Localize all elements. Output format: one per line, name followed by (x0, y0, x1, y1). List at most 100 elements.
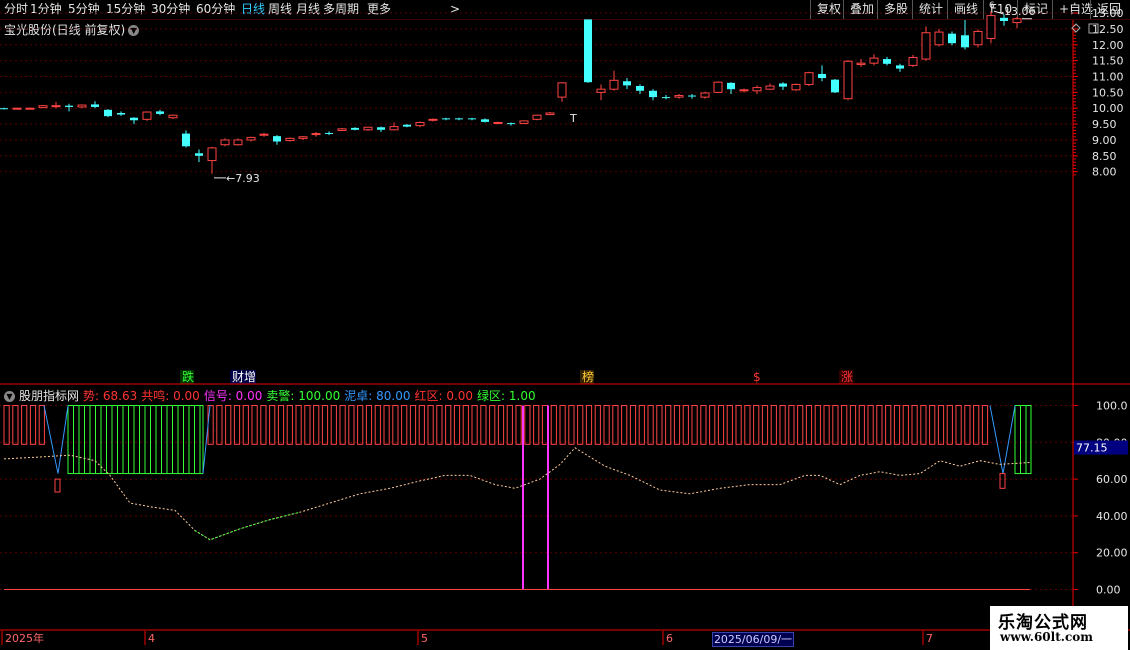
wave-column (761, 405, 769, 445)
candle-body (182, 133, 190, 147)
candle-body (934, 31, 944, 46)
wave-column (726, 405, 733, 445)
candle-body (142, 111, 152, 120)
candle-body (818, 73, 826, 79)
wave-column (814, 405, 821, 445)
candle-body (700, 92, 710, 98)
candle-41 (532, 114, 542, 121)
wave-column (374, 405, 381, 445)
wave-column (577, 405, 584, 445)
wave-column (964, 405, 971, 445)
candle-29 (377, 126, 385, 133)
wave-column (462, 405, 469, 445)
wave-column (885, 405, 892, 445)
candle-body (389, 126, 399, 131)
price-tick-label: 10.50 (1092, 86, 1124, 99)
candle-72 (948, 31, 956, 46)
candle-body (843, 60, 853, 100)
candle-51 (674, 93, 684, 99)
candle-38 (493, 121, 503, 125)
wave-column (383, 405, 390, 445)
candle-body (557, 82, 567, 98)
candle-61 (804, 71, 814, 87)
cursor-date-label: 2025/06/09/一 (712, 632, 794, 647)
wave-column (269, 405, 276, 445)
indicator-tick-label: 20.00 (1096, 547, 1128, 560)
candle-body (481, 119, 489, 122)
candle-body (351, 127, 359, 130)
candle-67 (883, 56, 891, 66)
candle-3 (38, 105, 48, 109)
candle-16 (207, 146, 217, 174)
candle-68 (896, 63, 904, 72)
candle-44 (584, 19, 592, 83)
wave-column (515, 405, 522, 445)
wave-column (937, 405, 945, 445)
candle-body (739, 89, 749, 92)
wave-column (946, 405, 953, 445)
candle-8 (104, 109, 112, 118)
wave-column (893, 405, 901, 445)
candle-body (596, 88, 606, 93)
time-tick-label: 2025年 (5, 631, 44, 645)
candle-49 (649, 89, 657, 101)
candle-63 (831, 79, 839, 93)
candle-18 (233, 138, 243, 146)
chart-overlays: 13.06 6 ←7.93 T 跌 财增 榜 $ 涨 (180, 1, 1036, 384)
candle-body (130, 117, 138, 121)
candle-11 (142, 111, 152, 121)
indicator-panel (3, 405, 1032, 590)
watermark-logo: 乐淘公式网 www.60lt.com (990, 606, 1128, 650)
wave-column (717, 405, 725, 445)
red-marker (54, 478, 61, 493)
candle-body (896, 65, 904, 69)
wave-column (594, 405, 601, 445)
wave-column (497, 405, 505, 445)
candle-body (545, 112, 555, 116)
candle-body (791, 83, 801, 91)
price-tick-label: 12.00 (1092, 39, 1124, 52)
candle-13 (168, 114, 178, 120)
blue-transition (202, 405, 211, 474)
candle-65 (856, 59, 866, 67)
wave-column (348, 405, 355, 445)
candle-body (636, 86, 644, 91)
candle-74 (973, 29, 983, 48)
candle-body (337, 128, 347, 131)
event-tag-4: 涨 (841, 369, 853, 384)
wave-column (929, 405, 936, 445)
price-tick-label: 11.00 (1092, 70, 1124, 83)
candle-body (493, 121, 503, 124)
wave-column (621, 405, 628, 445)
grid-lines (0, 12, 1073, 590)
candle-body (168, 114, 178, 119)
wave-column (867, 405, 874, 445)
candle-39 (507, 122, 515, 126)
kline-chart[interactable]: 13.066←7.93T跌 财增榜 $ 涨 13.0012.5012.0011.501… (0, 0, 1130, 650)
wave-column (436, 405, 443, 445)
candle-body (921, 32, 931, 60)
candle-47 (623, 78, 631, 90)
wave-column (401, 405, 408, 445)
candle-body (311, 133, 321, 136)
candle-body (973, 30, 983, 46)
event-tag-0: 跌 (182, 369, 194, 384)
wave-column (445, 405, 452, 445)
candle-body (779, 83, 787, 87)
wave-column (427, 405, 434, 445)
wave-column (242, 405, 249, 445)
candle-62 (818, 65, 826, 82)
wave-column (277, 405, 285, 445)
candle-64 (843, 60, 853, 101)
wave-column (321, 405, 329, 445)
candle-body (688, 95, 696, 97)
wave-column (392, 405, 399, 445)
price-tick-label: 9.50 (1092, 118, 1117, 131)
candle-body (532, 114, 542, 120)
candle-body (65, 105, 73, 107)
candle-58 (765, 83, 775, 90)
candle-20 (259, 132, 269, 137)
candle-body (752, 87, 762, 92)
indicator-tick-label: 60.00 (1096, 473, 1128, 486)
candle-body (468, 118, 476, 120)
